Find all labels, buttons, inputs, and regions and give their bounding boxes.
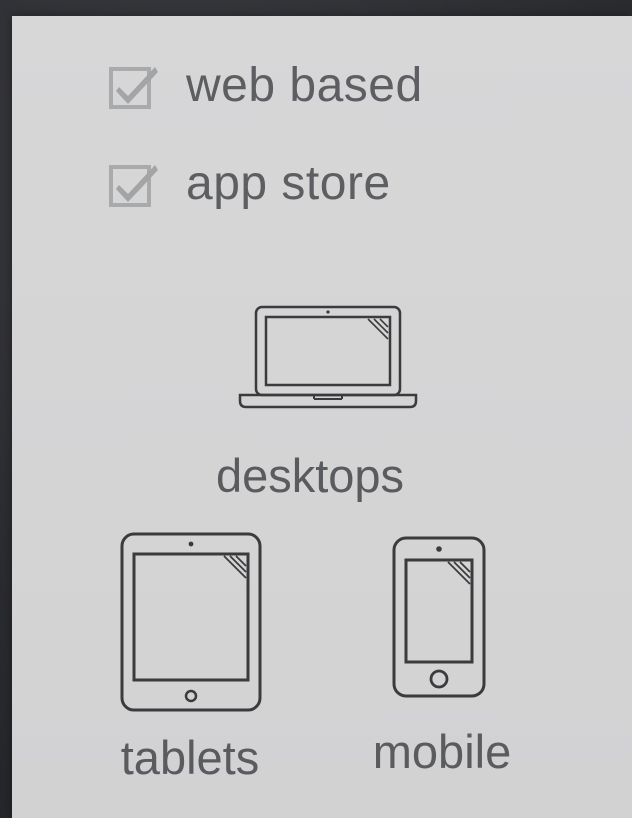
phone-icon [390,534,488,700]
checked-checkbox-icon[interactable] [108,158,160,210]
checked-checkbox-icon[interactable] [108,60,160,112]
option-label: web based [186,59,423,112]
mobile-label: mobile [372,725,512,778]
tablet-icon [118,530,264,714]
platform-panel: web based app store desktops tablets mob… [12,16,632,818]
desktops-label: desktops [215,449,405,502]
option-label: app store [186,157,391,210]
laptop-icon [236,301,420,413]
option-app-store[interactable]: app store [108,152,391,216]
tablets-label: tablets [120,731,260,784]
option-web-based[interactable]: web based [108,54,423,118]
screen-background: web based app store desktops tablets mob… [0,0,632,818]
